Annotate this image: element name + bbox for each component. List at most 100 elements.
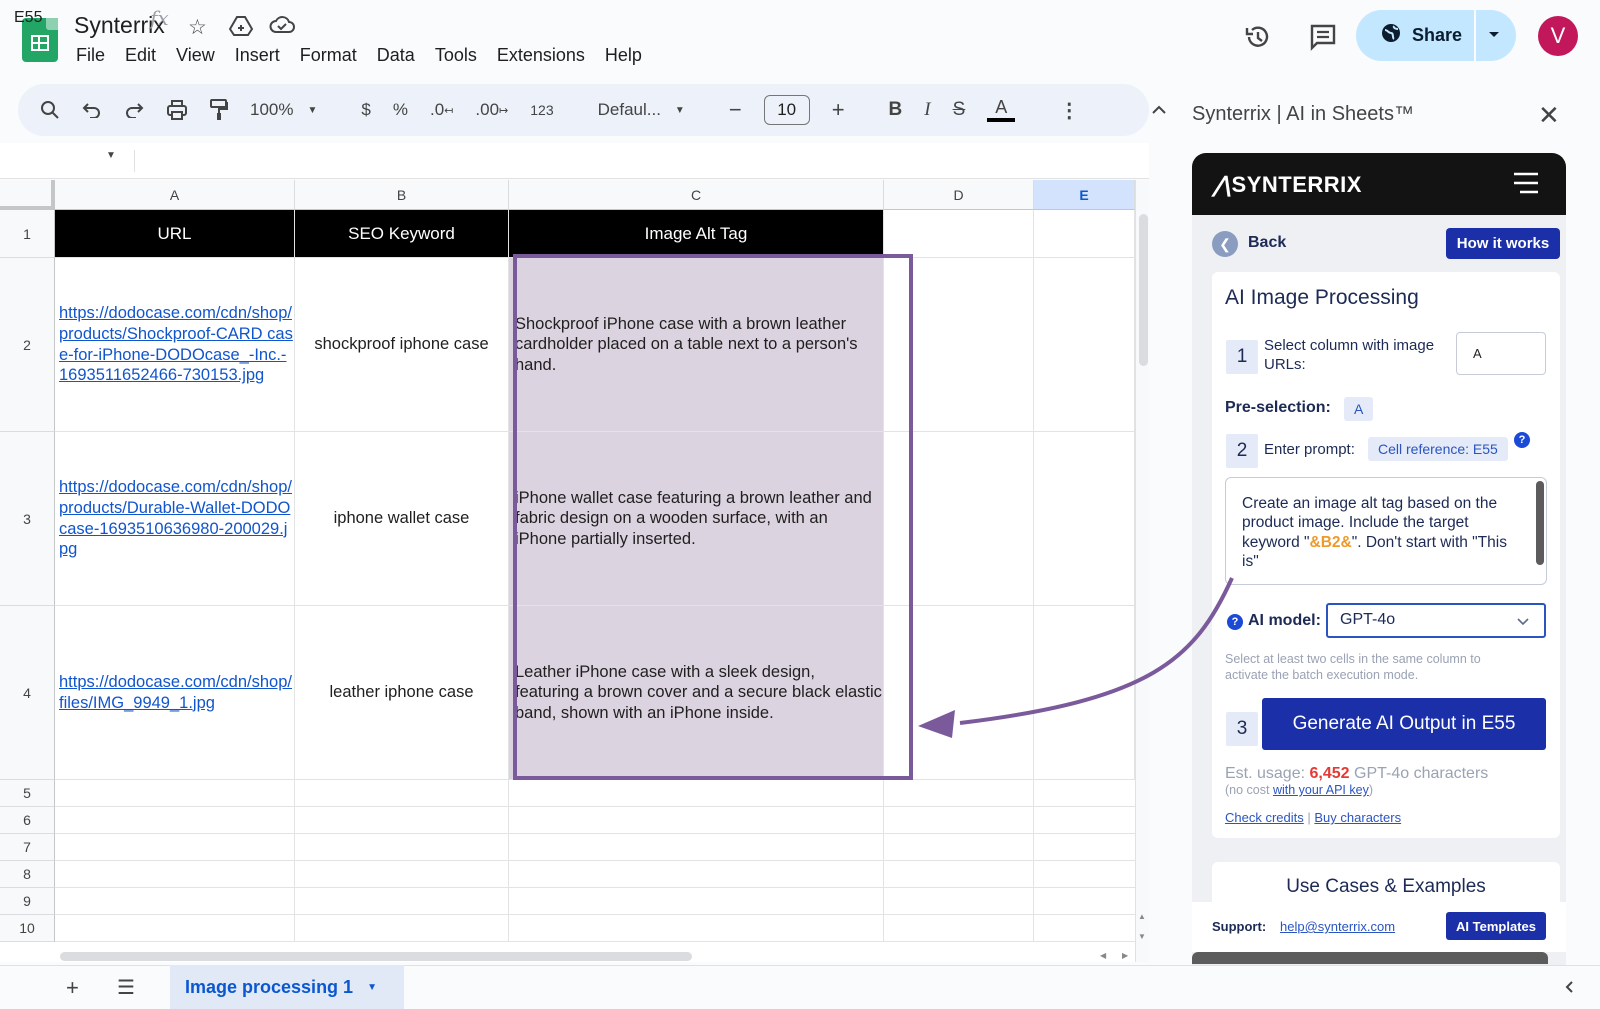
ai-model-select[interactable]: GPT-4o bbox=[1326, 603, 1546, 638]
bold-button[interactable]: B bbox=[889, 99, 903, 121]
sheet-tab[interactable]: Image processing 1 ▼ bbox=[170, 965, 404, 1009]
back-arrow-icon[interactable]: ❮ bbox=[1212, 231, 1238, 257]
scroll-right-icon[interactable]: ▶ bbox=[1122, 951, 1128, 960]
paint-format-icon[interactable] bbox=[210, 99, 228, 121]
cell-a2[interactable]: https://dodocase.com/cdn/shop/products/S… bbox=[55, 258, 295, 432]
panel-scrollbar[interactable] bbox=[1192, 952, 1548, 964]
ai-templates-button[interactable]: AI Templates bbox=[1446, 912, 1546, 940]
column-header-e[interactable]: E bbox=[1034, 180, 1135, 210]
cell-reference-badge[interactable]: Cell reference: E55 bbox=[1368, 437, 1508, 461]
column-header-b[interactable]: B bbox=[295, 180, 509, 210]
url-link[interactable]: https://dodocase.com/cdn/shop/products/S… bbox=[55, 303, 294, 386]
row-header-4[interactable]: 4 bbox=[0, 606, 55, 780]
cell-e2[interactable] bbox=[1034, 258, 1135, 432]
hamburger-menu-icon[interactable] bbox=[1512, 172, 1540, 199]
row-header-9[interactable]: 9 bbox=[0, 888, 55, 915]
empty-row[interactable] bbox=[55, 807, 1135, 834]
menu-tools[interactable]: Tools bbox=[435, 45, 477, 66]
cell-e1[interactable] bbox=[1034, 210, 1135, 258]
row-header-3[interactable]: 3 bbox=[0, 432, 55, 606]
column-header-a[interactable]: A bbox=[55, 180, 295, 210]
decrease-decimal-button[interactable]: .0 ↤ bbox=[430, 100, 453, 120]
url-column-input[interactable]: A bbox=[1456, 332, 1546, 375]
comments-icon[interactable] bbox=[1308, 22, 1338, 52]
empty-row[interactable] bbox=[55, 780, 1135, 807]
cloud-saved-icon[interactable] bbox=[269, 15, 295, 41]
redo-icon[interactable] bbox=[124, 102, 144, 118]
cell-b4[interactable]: leather iphone case bbox=[295, 606, 509, 780]
vertical-scroll-thumb[interactable] bbox=[1139, 214, 1148, 366]
select-all-corner[interactable] bbox=[0, 180, 55, 210]
prompt-scrollbar[interactable] bbox=[1536, 481, 1544, 565]
row-header-7[interactable]: 7 bbox=[0, 834, 55, 861]
column-header-c[interactable]: C bbox=[509, 180, 884, 210]
collapse-toolbar-icon[interactable] bbox=[1151, 105, 1167, 115]
move-to-drive-icon[interactable] bbox=[228, 15, 254, 43]
empty-row[interactable] bbox=[55, 888, 1135, 915]
support-email-link[interactable]: help@synterrix.com bbox=[1280, 919, 1395, 934]
row-header-8[interactable]: 8 bbox=[0, 861, 55, 888]
menu-data[interactable]: Data bbox=[377, 45, 415, 66]
cell-a4[interactable]: https://dodocase.com/cdn/shop/files/IMG_… bbox=[55, 606, 295, 780]
undo-icon[interactable] bbox=[82, 102, 102, 118]
search-menus-icon[interactable] bbox=[40, 100, 60, 120]
row-header-6[interactable]: 6 bbox=[0, 807, 55, 834]
italic-button[interactable]: I bbox=[924, 99, 930, 121]
star-icon[interactable]: ☆ bbox=[188, 15, 207, 40]
menu-format[interactable]: Format bbox=[300, 45, 357, 66]
avatar[interactable]: V bbox=[1538, 16, 1578, 56]
name-box[interactable]: E55 bbox=[14, 9, 42, 27]
header-cell-image-alt-tag[interactable]: Image Alt Tag bbox=[509, 210, 884, 258]
buy-characters-link[interactable]: Buy characters bbox=[1314, 810, 1401, 825]
more-options-icon[interactable]: ⋮ bbox=[1059, 98, 1079, 123]
api-key-link[interactable]: with your API key bbox=[1273, 783, 1369, 797]
menu-edit[interactable]: Edit bbox=[125, 45, 156, 66]
check-credits-link[interactable]: Check credits bbox=[1225, 810, 1304, 825]
row-header-10[interactable]: 10 bbox=[0, 915, 55, 942]
zoom-select[interactable]: 100% ▼ bbox=[250, 100, 317, 120]
version-history-icon[interactable] bbox=[1243, 22, 1273, 52]
empty-row[interactable] bbox=[55, 915, 1135, 942]
increase-decimal-button[interactable]: .00 ↦ bbox=[475, 100, 508, 120]
cell-d1[interactable] bbox=[884, 210, 1034, 258]
url-link[interactable]: https://dodocase.com/cdn/shop/products/D… bbox=[55, 477, 294, 560]
sheet-tab-dropdown-icon[interactable]: ▼ bbox=[367, 982, 377, 993]
row-header-2[interactable]: 2 bbox=[0, 258, 55, 432]
font-size-decrease-icon[interactable]: − bbox=[729, 97, 742, 123]
horizontal-scroll-thumb[interactable] bbox=[60, 952, 692, 961]
text-color-button[interactable]: A bbox=[987, 98, 1016, 122]
scroll-left-icon[interactable]: ◀ bbox=[1100, 951, 1106, 960]
close-icon[interactable]: ✕ bbox=[1538, 100, 1560, 131]
all-sheets-icon[interactable]: ☰ bbox=[117, 975, 135, 1000]
row-header-1[interactable]: 1 bbox=[0, 210, 55, 258]
more-formats-button[interactable]: 123 bbox=[530, 102, 553, 118]
name-box-dropdown-icon[interactable]: ▼ bbox=[106, 150, 116, 161]
column-header-d[interactable]: D bbox=[884, 180, 1034, 210]
menu-help[interactable]: Help bbox=[605, 45, 642, 66]
share-dropdown-icon[interactable] bbox=[1487, 27, 1501, 46]
cell-a3[interactable]: https://dodocase.com/cdn/shop/products/D… bbox=[55, 432, 295, 606]
format-percent-button[interactable]: % bbox=[393, 100, 408, 120]
add-sheet-icon[interactable]: + bbox=[66, 975, 79, 1001]
empty-row[interactable] bbox=[55, 834, 1135, 861]
cell-e3[interactable] bbox=[1034, 432, 1135, 606]
url-link[interactable]: https://dodocase.com/cdn/shop/files/IMG_… bbox=[55, 672, 294, 713]
cell-e4[interactable] bbox=[1034, 606, 1135, 780]
back-button[interactable]: Back bbox=[1248, 234, 1286, 252]
generate-output-button[interactable]: Generate AI Output in E55 bbox=[1262, 698, 1546, 750]
prompt-textarea[interactable]: Create an image alt tag based on the pro… bbox=[1225, 477, 1547, 585]
scroll-down-icon[interactable]: ▼ bbox=[1138, 932, 1146, 941]
cell-b3[interactable]: iphone wallet case bbox=[295, 432, 509, 606]
side-panel-collapse-icon[interactable] bbox=[1564, 980, 1574, 999]
use-cases-heading[interactable]: Use Cases & Examples bbox=[1212, 862, 1560, 906]
menu-extensions[interactable]: Extensions bbox=[497, 45, 585, 66]
menu-insert[interactable]: Insert bbox=[235, 45, 280, 66]
format-currency-button[interactable]: $ bbox=[361, 100, 370, 120]
font-size-input[interactable]: 10 bbox=[763, 95, 810, 125]
header-cell-url[interactable]: URL bbox=[55, 210, 295, 258]
ai-model-help-icon[interactable]: ? bbox=[1227, 614, 1243, 630]
help-icon[interactable]: ? bbox=[1514, 432, 1530, 448]
font-size-increase-icon[interactable]: + bbox=[832, 97, 845, 123]
row-header-5[interactable]: 5 bbox=[0, 780, 55, 807]
menu-file[interactable]: File bbox=[76, 45, 105, 66]
